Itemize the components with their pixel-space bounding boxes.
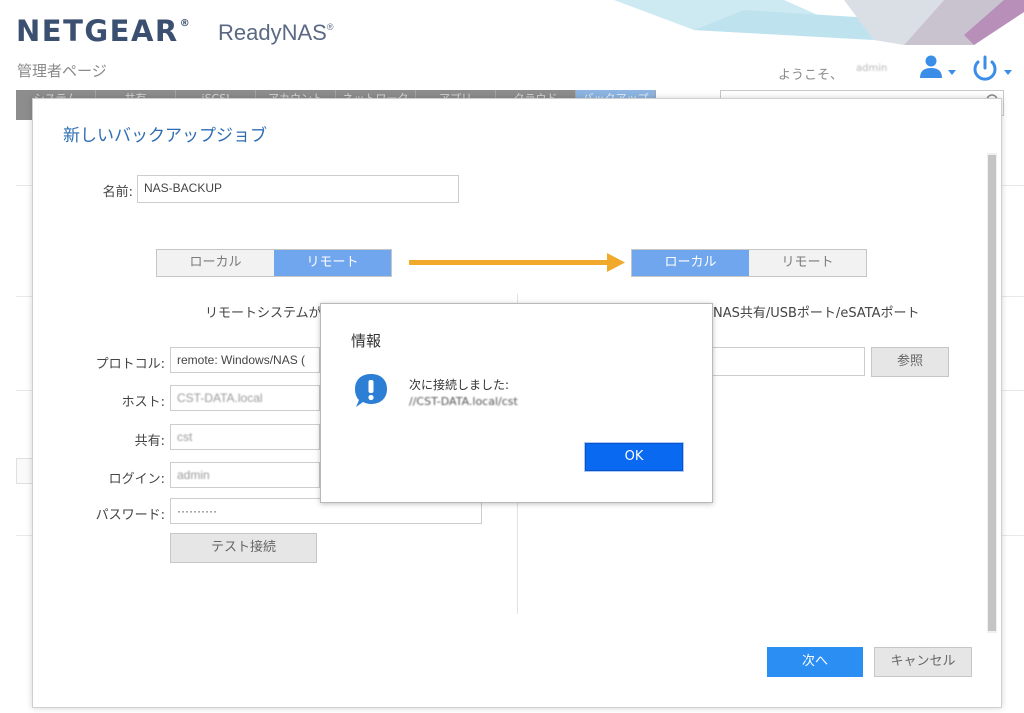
popup-title: 情報 (351, 332, 382, 350)
user-menu-icon[interactable] (918, 52, 960, 82)
direction-arrow-icon (409, 253, 625, 272)
destination-description: NAS共有/USBポート/eSATAポート (713, 306, 920, 321)
test-connection-button[interactable]: テスト接続 (170, 533, 317, 563)
password-label: パスワード: (95, 508, 165, 523)
info-popup: 情報 次に接続しました: //CST-DATA.local/cst OK (320, 303, 713, 503)
app-header: NETGEAR® ReadyNAS® 管理者ページ ようこそ、 admin (0, 0, 1024, 90)
popup-connected-path: //CST-DATA.local/cst (409, 395, 518, 408)
host-value: CST-DATA.local (177, 391, 263, 405)
page-subtitle: 管理者ページ (17, 62, 107, 80)
power-menu-icon[interactable] (970, 54, 1018, 82)
ok-button[interactable]: OK (584, 442, 684, 472)
job-name-input[interactable]: NAS-BACKUP (137, 175, 459, 203)
welcome-username: admin (856, 63, 888, 74)
share-input[interactable]: cst (170, 424, 320, 450)
host-label: ホスト: (121, 395, 165, 410)
destination-path-input[interactable] (693, 347, 865, 376)
protocol-select[interactable]: remote: Windows/NAS ( (170, 347, 320, 373)
product-name: ReadyNAS® (218, 20, 334, 45)
browse-button[interactable]: 参照 (871, 347, 949, 377)
destination-local-option[interactable]: ローカル (632, 250, 749, 276)
welcome-text: ようこそ、 (778, 68, 844, 83)
share-value: cst (177, 430, 193, 444)
info-exclamation-icon (355, 374, 387, 407)
popup-message: 次に接続しました: (409, 378, 510, 392)
dialog-scrollbar-thumb[interactable] (988, 155, 996, 631)
destination-type-toggle: ローカル リモート (631, 249, 867, 277)
dialog-title: 新しいバックアップジョブ (63, 126, 267, 146)
login-input[interactable]: admin (170, 462, 320, 488)
login-label: ログイン: (108, 472, 165, 487)
host-input[interactable]: CST-DATA.local (170, 385, 320, 411)
source-local-option[interactable]: ローカル (157, 250, 274, 276)
login-value: admin (177, 468, 210, 482)
next-button[interactable]: 次へ (767, 647, 863, 677)
name-label: 名前: (102, 185, 133, 200)
source-description: リモートシステムが (205, 306, 322, 321)
destination-remote-option[interactable]: リモート (749, 250, 866, 276)
share-label: 共有: (134, 434, 165, 449)
source-remote-option[interactable]: リモート (274, 250, 391, 276)
source-type-toggle: ローカル リモート (156, 249, 392, 277)
protocol-label: プロトコル: (95, 357, 165, 372)
cancel-button[interactable]: キャンセル (874, 647, 972, 677)
header-decoration (614, 0, 1024, 45)
netgear-logo: NETGEAR® (16, 14, 192, 48)
